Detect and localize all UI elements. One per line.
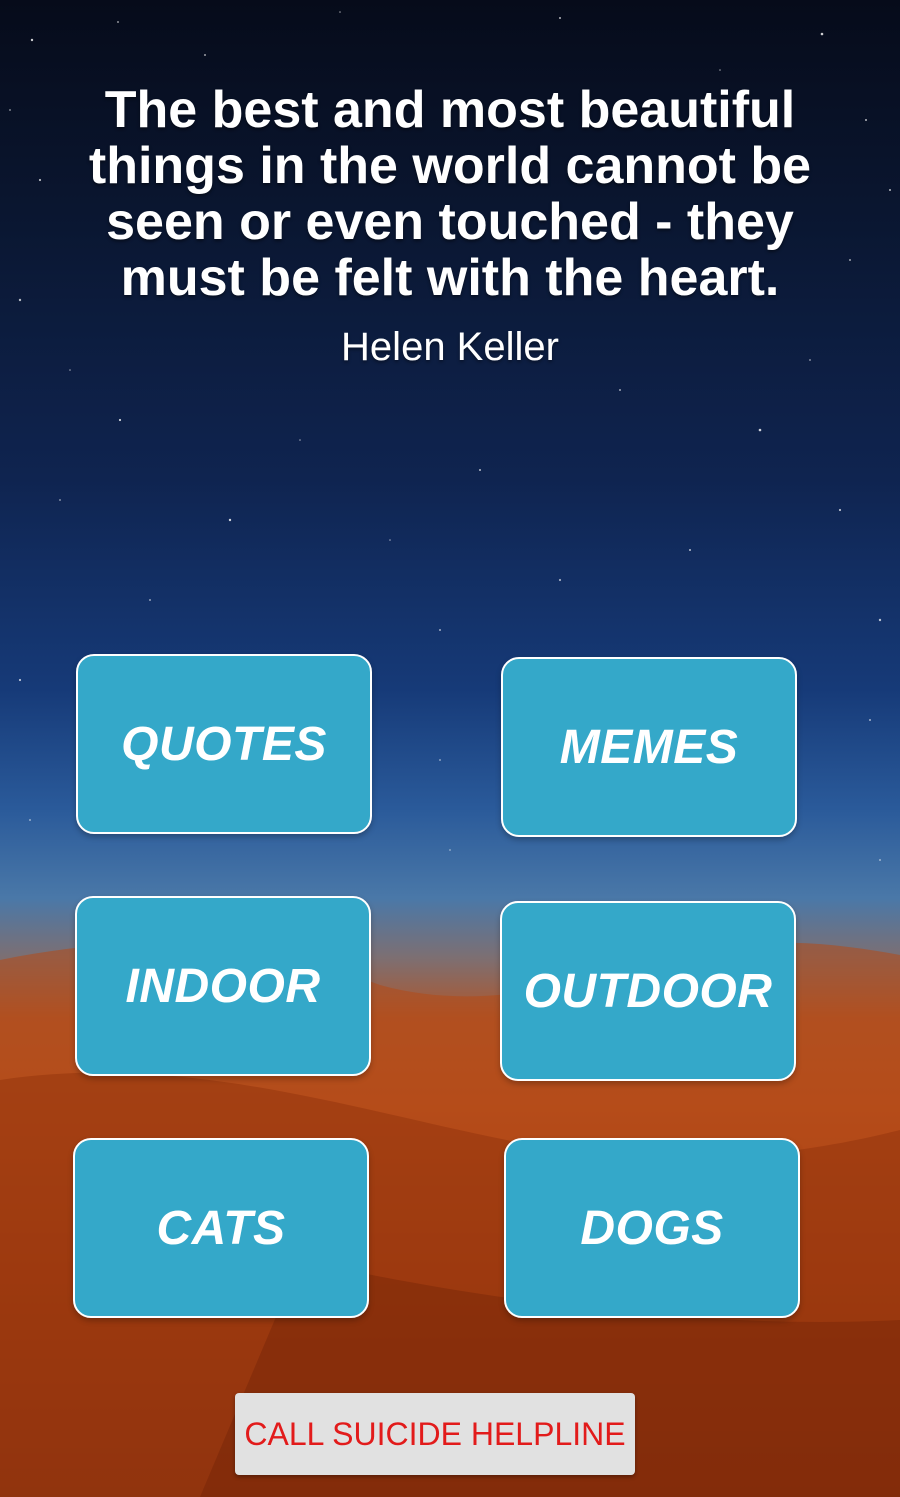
- cats-button[interactable]: CATS: [73, 1138, 369, 1318]
- memes-button[interactable]: MEMES: [501, 657, 797, 837]
- quote-author: Helen Keller: [341, 325, 559, 369]
- call-suicide-helpline-button[interactable]: CALL SUICIDE HELPLINE: [235, 1393, 635, 1475]
- dogs-button[interactable]: DOGS: [504, 1138, 800, 1318]
- quote-text: The best and most beautiful things in th…: [88, 81, 812, 307]
- quotes-button[interactable]: QUOTES: [76, 654, 372, 834]
- indoor-button[interactable]: INDOOR: [75, 896, 371, 1076]
- outdoor-button[interactable]: OUTDOOR: [500, 901, 796, 1081]
